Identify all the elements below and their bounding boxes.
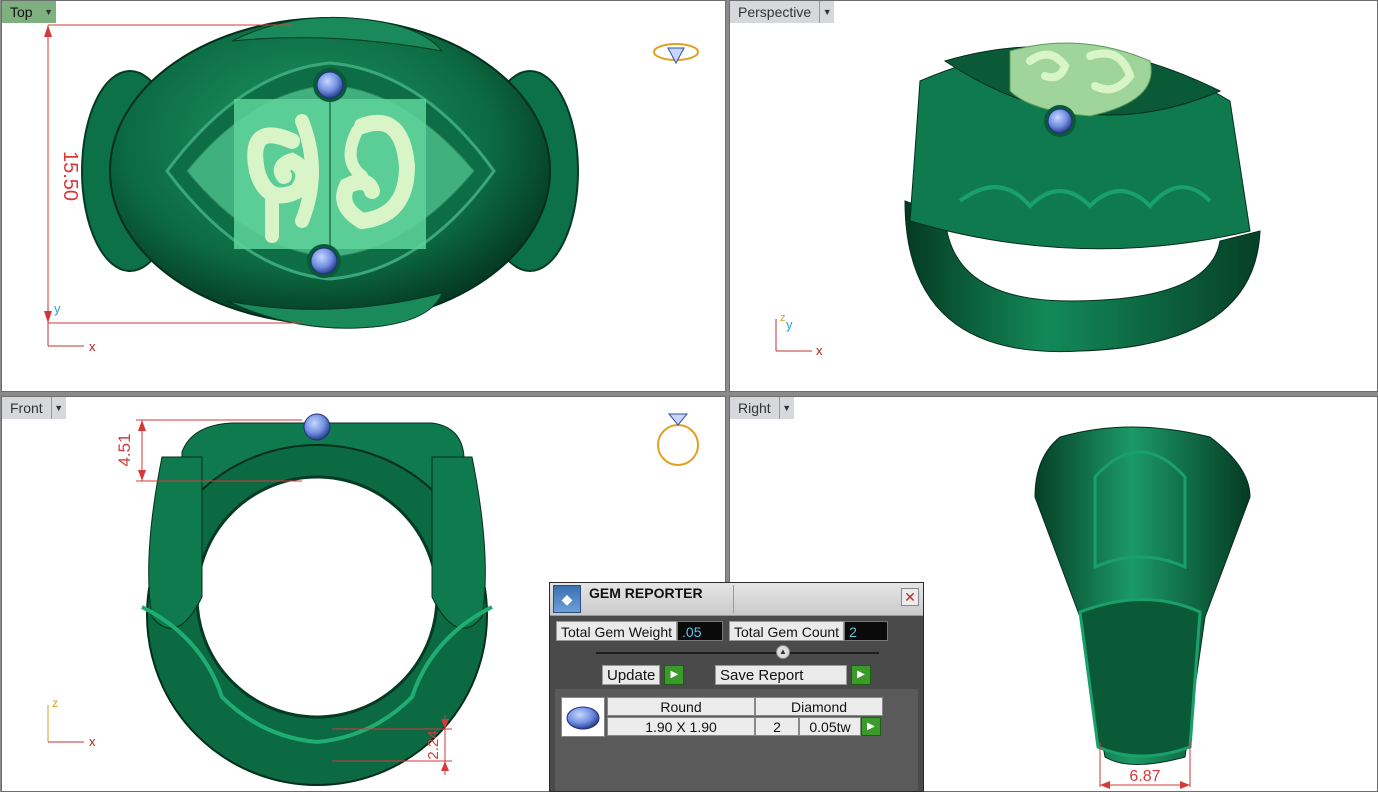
total-gem-count-value: 2	[844, 621, 889, 641]
gem-type: Diamond	[755, 697, 883, 716]
update-button-label: Update	[602, 665, 661, 685]
axis-label-x: x	[89, 734, 96, 749]
dropdown-arrow-icon[interactable]: ▼	[51, 397, 66, 419]
total-gem-count-label: Total Gem Count	[729, 621, 845, 641]
viewport-label: Front	[2, 397, 52, 419]
dimension-bottom: 6.87	[1129, 768, 1160, 785]
ring-preview-icon	[653, 43, 699, 65]
viewport-tab-front[interactable]: Front ▼	[2, 397, 66, 419]
dropdown-arrow-icon[interactable]: ▼	[41, 1, 56, 23]
save-report-button[interactable]: Save Report ▶	[715, 665, 871, 685]
dimension-bottom: 2.24	[425, 730, 442, 759]
gem-count: 2	[755, 717, 799, 736]
play-arrow-icon[interactable]: ▶	[851, 665, 871, 685]
gem-reporter-panel[interactable]: ◆ GEM REPORTER ✕ Total Gem Weight .05 To…	[549, 582, 924, 792]
gem-size: 1.90 X 1.90	[607, 717, 755, 736]
axis-label-y: y	[54, 301, 61, 316]
gem-reporter-title: GEM REPORTER	[589, 585, 703, 601]
gem-shape: Round	[607, 697, 755, 716]
play-arrow-icon[interactable]: ▶	[861, 717, 881, 736]
gem-reporter-titlebar[interactable]: ◆ GEM REPORTER ✕	[550, 583, 923, 616]
save-report-button-label: Save Report	[715, 665, 847, 685]
update-button[interactable]: Update ▶	[602, 665, 685, 685]
gem-weight: 0.05tw	[799, 717, 861, 736]
viewport-tab-perspective[interactable]: Perspective ▼	[730, 1, 835, 23]
viewport-perspective[interactable]: Perspective ▼ z y x	[729, 0, 1378, 392]
total-gem-weight-label: Total Gem Weight	[556, 621, 678, 641]
slider-handle[interactable]: ▲	[776, 645, 790, 659]
gem-totals-row: Total Gem Weight .05 Total Gem Count 2	[556, 621, 917, 641]
total-gem-weight-value: .05	[677, 621, 724, 641]
axis-label-x: x	[89, 339, 96, 354]
ring-perspective-view: z y x	[775, 42, 1261, 358]
dropdown-arrow-icon[interactable]: ▼	[779, 397, 794, 419]
dimension-vertical: 15.50	[59, 151, 81, 201]
close-icon[interactable]: ✕	[901, 588, 919, 606]
dimension-top: 4.51	[115, 433, 134, 466]
ring-top-view: 15.50 y x	[44, 16, 699, 354]
axis-label-x: x	[816, 343, 823, 358]
viewport-tab-right[interactable]: Right ▼	[730, 397, 794, 419]
axis-label-z: z	[52, 696, 58, 710]
viewport-label: Perspective	[730, 1, 821, 23]
axis-label-z: z	[780, 312, 786, 324]
axis-label-y: y	[786, 317, 793, 332]
titlebar-divider	[733, 585, 734, 613]
dropdown-arrow-icon[interactable]: ▼	[820, 1, 835, 23]
viewport-label: Right	[730, 397, 780, 419]
viewport-label: Top	[2, 1, 42, 23]
size-slider[interactable]: ▲	[596, 645, 879, 659]
viewport-top[interactable]: Top ▼ 15.50 y x	[1, 0, 726, 392]
viewport-tab-top[interactable]: Top ▼	[2, 1, 56, 23]
play-arrow-icon[interactable]: ▶	[664, 665, 685, 685]
gem-reporter-logo-icon: ◆	[553, 585, 581, 613]
gem-list: Round Diamond 1.90 X 1.90 2 0.05tw ▶	[555, 689, 918, 791]
round-gem-icon[interactable]	[561, 697, 605, 737]
ring-preview-icon	[657, 413, 699, 466]
